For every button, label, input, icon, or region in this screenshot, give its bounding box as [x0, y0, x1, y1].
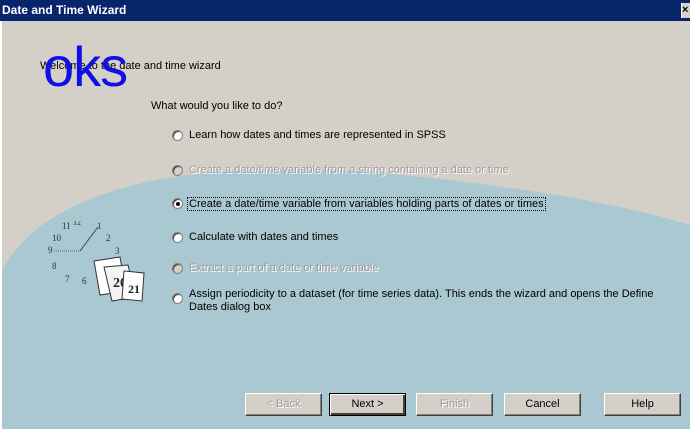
- svg-text:2: 2: [106, 233, 111, 243]
- question-label: What would you like to do?: [151, 100, 283, 112]
- next-button[interactable]: Next >: [329, 393, 406, 416]
- option-label: Create a date/time variable from variabl…: [187, 197, 546, 211]
- watermark-text: oks: [43, 35, 128, 98]
- back-button: < Back: [245, 393, 322, 416]
- option-assign-periodicity[interactable]: Assign periodicity to a dataset (for tim…: [172, 288, 669, 314]
- option-label: Calculate with dates and times: [189, 231, 339, 243]
- option-label: Learn how dates and times are represente…: [189, 129, 446, 141]
- option-learn-dates[interactable]: Learn how dates and times are represente…: [172, 129, 446, 141]
- help-button[interactable]: Help: [604, 393, 681, 416]
- cancel-button[interactable]: Cancel: [504, 393, 581, 416]
- svg-text:8: 8: [52, 261, 57, 271]
- svg-text:10: 10: [52, 233, 62, 243]
- wizard-panel: Welcome to the date and time wizard oks …: [0, 21, 690, 429]
- option-from-parts[interactable]: Create a date/time variable from variabl…: [172, 197, 546, 211]
- option-label: Create a date/time variable from a strin…: [189, 164, 509, 176]
- svg-text:21: 21: [128, 282, 140, 296]
- option-from-string: Create a date/time variable from a strin…: [172, 164, 509, 176]
- radio-icon[interactable]: [172, 232, 183, 243]
- option-extract: Extract a part of a date or time variabl…: [172, 262, 379, 274]
- svg-text:11: 11: [62, 221, 71, 231]
- svg-text:7: 7: [65, 274, 70, 284]
- window-title: Date and Time Wizard: [2, 3, 127, 17]
- radio-icon: [172, 263, 183, 274]
- option-label: Assign periodicity to a dataset (for tim…: [189, 288, 654, 313]
- svg-text:6: 6: [82, 276, 87, 286]
- clock-calendar-icon: 11 12 1 10 2 9 3 8 7 6 20 21: [48, 221, 145, 302]
- radio-icon[interactable]: [172, 293, 183, 304]
- radio-icon[interactable]: [172, 130, 183, 141]
- title-bar: Date and Time Wizard ×: [0, 0, 690, 21]
- option-label: Extract a part of a date or time variabl…: [189, 262, 379, 274]
- svg-text:1: 1: [97, 221, 102, 231]
- close-icon[interactable]: ×: [681, 3, 690, 18]
- radio-selected-icon[interactable]: [172, 198, 183, 209]
- finish-button: Finish: [416, 393, 493, 416]
- radio-icon: [172, 165, 183, 176]
- svg-text:12: 12: [73, 221, 81, 227]
- option-calculate[interactable]: Calculate with dates and times: [172, 231, 338, 243]
- svg-text:3: 3: [115, 246, 120, 256]
- svg-text:9: 9: [48, 245, 53, 255]
